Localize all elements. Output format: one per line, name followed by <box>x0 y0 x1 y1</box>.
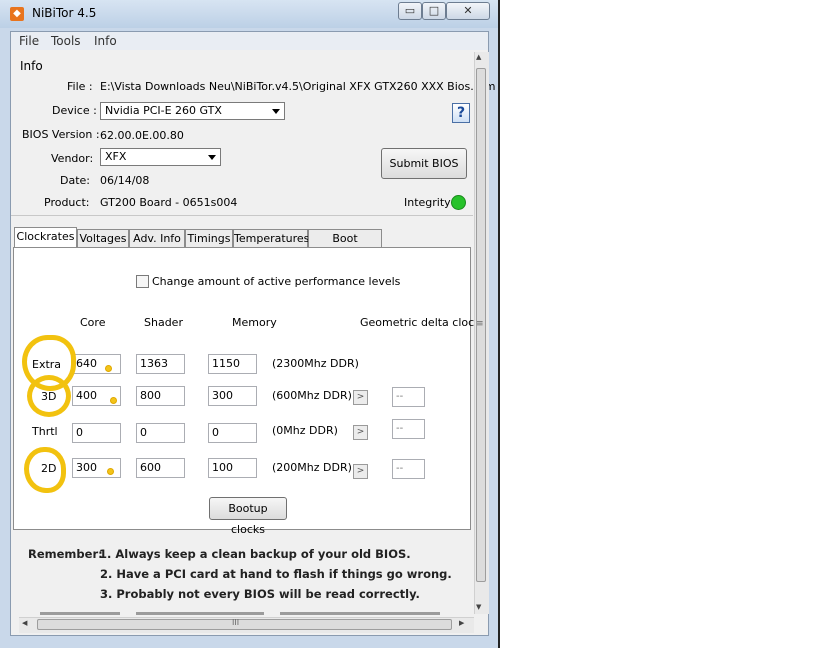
file-label: File : <box>67 80 93 93</box>
core-input-thrtl[interactable]: 0 <box>72 423 121 443</box>
file-path: E:\Vista Downloads Neu\NiBiTor.v4.5\Orig… <box>100 80 496 93</box>
device-value: Nvidia PCI-E 260 GTX <box>105 104 222 117</box>
column-memory: Memory <box>232 316 277 329</box>
ddr-label-2d: (200Mhz DDR) <box>272 461 352 474</box>
grip-icon: III <box>232 618 240 627</box>
horizontal-scroll-thumb[interactable] <box>37 619 452 630</box>
remember-title: Remember: <box>28 547 103 561</box>
ddr-label-extra: (2300Mhz DDR) <box>272 357 359 370</box>
date-label: Date: <box>60 174 90 187</box>
performance-levels-checkbox[interactable] <box>136 275 149 288</box>
scroll-down-icon[interactable]: ▼ <box>476 603 481 611</box>
menu-info[interactable]: Info <box>94 34 117 48</box>
tab-temperatures[interactable]: Temperatures <box>233 229 309 247</box>
shader-input-3d[interactable]: 800 <box>136 386 185 406</box>
remember-line: 1. Always keep a clean backup of your ol… <box>99 547 411 561</box>
memory-input-2d[interactable]: 100 <box>208 458 257 478</box>
ddr-label-3d: (600Mhz DDR) <box>272 389 352 402</box>
column-shader: Shader <box>144 316 183 329</box>
delta-input-3d[interactable]: -- <box>392 387 425 407</box>
row-label-thrtl: Thrtl <box>32 425 58 438</box>
sun-icon <box>105 365 112 372</box>
tab-boot-settings[interactable]: Boot Settings <box>308 229 382 262</box>
window-title: NiBiTor 4.5 <box>32 6 97 20</box>
tab-adv-info[interactable]: Adv. Info <box>129 229 185 247</box>
tab-clockrates[interactable]: Clockrates <box>14 227 77 248</box>
column-delta-clock: Geometric delta clock <box>360 316 481 329</box>
device-label: Device : <box>52 104 97 117</box>
ddr-label-thrtl: (0Mhz DDR) <box>272 424 338 437</box>
close-button[interactable]: ✕ <box>446 2 490 20</box>
menu-file[interactable]: File <box>19 34 39 48</box>
product-label: Product: <box>44 196 90 209</box>
performance-levels-label: Change amount of active performance leve… <box>152 275 401 288</box>
memory-input-3d[interactable]: 300 <box>208 386 257 406</box>
memory-input-thrtl[interactable]: 0 <box>208 423 257 443</box>
help-icon[interactable]: ? <box>452 103 470 123</box>
scroll-left-icon[interactable]: ◀ <box>22 619 27 627</box>
core-input-extra[interactable]: 640 <box>72 354 121 374</box>
submit-bios-button[interactable]: Submit BIOS <box>381 148 467 179</box>
maximize-button[interactable]: □ <box>422 2 446 20</box>
shader-input-extra[interactable]: 1363 <box>136 354 185 374</box>
sun-icon <box>110 397 117 404</box>
integrity-label: Integrity : <box>404 196 458 209</box>
minimize-button[interactable]: ▭ <box>398 2 422 20</box>
scroll-up-icon[interactable]: ▲ <box>476 53 481 61</box>
memory-input-extra[interactable]: 1150 <box>208 354 257 374</box>
core-input-2d[interactable]: 300 <box>72 458 121 478</box>
annotation-circle-2d <box>24 447 66 493</box>
delta-input-2d[interactable]: -- <box>392 459 425 479</box>
tab-voltages[interactable]: Voltages <box>77 229 129 247</box>
vendor-label: Vendor: <box>51 152 94 165</box>
vendor-select[interactable]: XFX <box>100 148 221 166</box>
apply-delta-button-3d[interactable]: > <box>353 390 368 405</box>
delta-input-thrtl[interactable]: -- <box>392 419 425 439</box>
clipped-text-fragment <box>40 612 440 615</box>
device-select[interactable]: Nvidia PCI-E 260 GTX <box>100 102 285 120</box>
grip-icon: ≡ <box>476 319 484 329</box>
menu-tools[interactable]: Tools <box>51 34 81 48</box>
date-value: 06/14/08 <box>100 174 150 187</box>
apply-delta-button-thrtl[interactable]: > <box>353 425 368 440</box>
annotation-circle-3d <box>27 375 71 417</box>
product-value: GT200 Board - 0651s004 <box>100 196 238 209</box>
menu-bar <box>11 32 488 50</box>
tab-timings[interactable]: Timings <box>185 229 233 247</box>
shader-input-2d[interactable]: 600 <box>136 458 185 478</box>
shader-input-thrtl[interactable]: 0 <box>136 423 185 443</box>
column-core: Core <box>80 316 106 329</box>
bios-version-value: 62.00.0E.00.80 <box>100 129 184 142</box>
remember-line: 2. Have a PCI card at hand to flash if t… <box>100 567 452 581</box>
divider <box>11 215 473 216</box>
info-section-label: Info <box>20 59 43 73</box>
vendor-value: XFX <box>105 150 127 163</box>
remember-line: 3. Probably not every BIOS will be read … <box>100 587 420 601</box>
bootup-clocks-button[interactable]: Bootup clocks <box>209 497 287 536</box>
apply-delta-button-2d[interactable]: > <box>353 464 368 479</box>
integrity-indicator <box>451 195 466 210</box>
chevron-down-icon <box>272 109 280 114</box>
bios-version-label: BIOS Version : <box>22 128 100 141</box>
chevron-down-icon <box>208 155 216 160</box>
app-icon: ◆ <box>10 7 24 21</box>
sun-icon <box>107 468 114 475</box>
scroll-right-icon[interactable]: ▶ <box>459 619 464 627</box>
